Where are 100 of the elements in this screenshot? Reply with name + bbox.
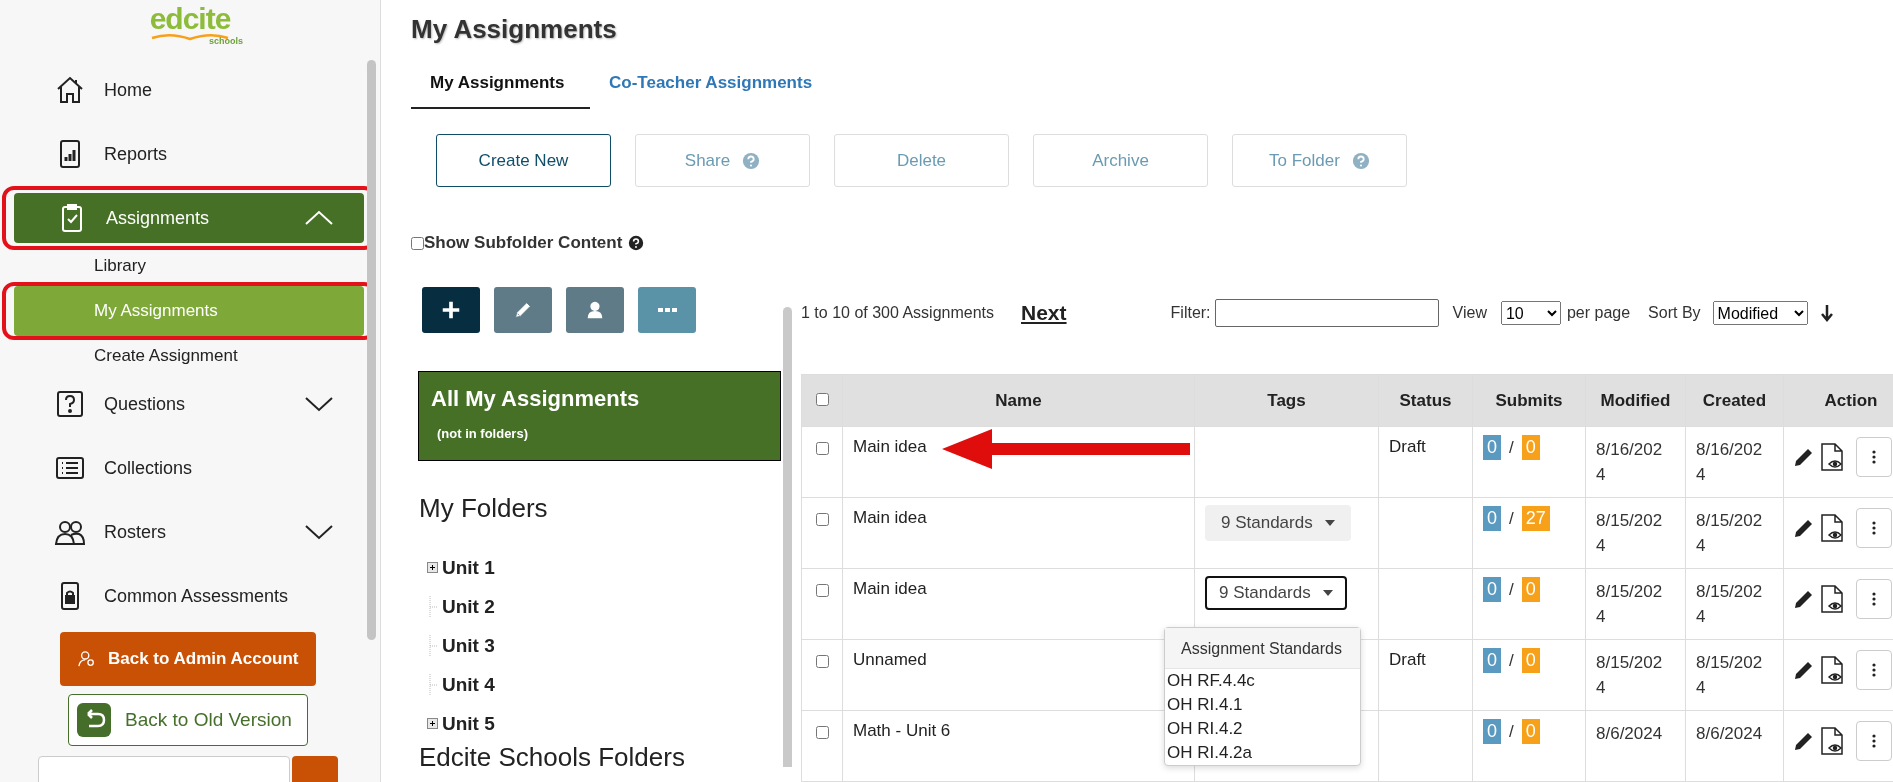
row-checkbox[interactable] bbox=[816, 513, 829, 526]
modified-date: 8/6/2024 bbox=[1596, 723, 1664, 745]
standards-dropdown[interactable]: 9 Standards bbox=[1205, 576, 1347, 610]
modified-date: 8/16/2024 bbox=[1596, 439, 1664, 486]
tab[interactable]: My Assignments bbox=[411, 73, 590, 109]
created-date: 8/15/2024 bbox=[1696, 581, 1764, 628]
scrollbar[interactable] bbox=[367, 60, 376, 640]
folder-item[interactable]: Unit 3 bbox=[442, 634, 495, 657]
panel-subtitle: (not in folders) bbox=[437, 426, 529, 441]
all-assignments-panel[interactable]: All My Assignments (not in folders) bbox=[418, 371, 781, 461]
folder-item[interactable]: Unit 4 bbox=[442, 673, 495, 696]
expand-icon[interactable] bbox=[427, 562, 438, 573]
document-eye-icon[interactable] bbox=[1820, 443, 1844, 471]
column-header: Submits bbox=[1495, 390, 1563, 410]
assignment-name[interactable]: Main idea bbox=[853, 579, 927, 598]
standards-dropdown[interactable]: 9 Standards bbox=[1205, 505, 1351, 541]
modified-date: 8/15/2024 bbox=[1596, 652, 1664, 699]
help-icon bbox=[1351, 151, 1370, 170]
select-all-checkbox[interactable] bbox=[816, 393, 829, 406]
more-button[interactable] bbox=[1856, 721, 1892, 761]
document-eye-icon[interactable] bbox=[1820, 656, 1844, 684]
assignment-name[interactable]: Main idea bbox=[853, 508, 927, 527]
chevron-down-icon[interactable] bbox=[304, 524, 334, 540]
caret-icon bbox=[1324, 520, 1335, 526]
section-heading: My Folders bbox=[419, 493, 549, 524]
sidebar-item[interactable]: Questions bbox=[14, 379, 364, 429]
sidebar-item[interactable]: Assignments bbox=[14, 193, 364, 243]
total-count: 0 bbox=[1521, 719, 1540, 744]
search-field[interactable] bbox=[38, 756, 290, 782]
row-checkbox[interactable] bbox=[816, 442, 829, 455]
page-size-select[interactable]: 10 bbox=[1500, 301, 1561, 325]
folder-item[interactable]: Unit 1 bbox=[442, 556, 495, 579]
checkbox-label: Show Subfolder Content bbox=[424, 233, 623, 253]
sidebar-item[interactable]: Rosters bbox=[14, 507, 364, 557]
checkbox[interactable] bbox=[411, 236, 424, 250]
expand-icon[interactable] bbox=[427, 718, 438, 729]
sidebar-subitem[interactable]: Create Assignment bbox=[14, 346, 364, 366]
scrollbar[interactable] bbox=[783, 307, 792, 767]
total-count: 0 bbox=[1521, 435, 1540, 460]
more-button[interactable] bbox=[1856, 579, 1892, 619]
user-button[interactable] bbox=[566, 287, 624, 333]
ellipsis-icon bbox=[657, 308, 677, 312]
back-to-admin-button[interactable]: Back to Admin Account bbox=[60, 632, 316, 686]
total-count: 27 bbox=[1521, 506, 1550, 531]
assignment-name[interactable]: Unnamed bbox=[853, 650, 927, 669]
chevron-down-icon[interactable] bbox=[304, 396, 334, 412]
action-button[interactable]: Create New bbox=[436, 134, 611, 187]
folder-item[interactable]: Unit 5 bbox=[442, 712, 495, 735]
submitted-count: 0 bbox=[1483, 435, 1501, 460]
sort-select[interactable]: Modified bbox=[1712, 301, 1808, 325]
more-button[interactable] bbox=[1856, 650, 1892, 690]
separator: / bbox=[1509, 509, 1514, 528]
status-text: Draft bbox=[1389, 650, 1426, 669]
column-header: Status bbox=[1399, 390, 1452, 410]
created-date: 8/15/2024 bbox=[1696, 510, 1764, 557]
filter-label: Filter: bbox=[1170, 304, 1211, 322]
tab[interactable]: Co-Teacher Assignments bbox=[590, 73, 833, 109]
chevron-up-icon[interactable] bbox=[304, 210, 334, 226]
question-icon bbox=[54, 388, 86, 420]
standard-item: OH RI.4.1 bbox=[1166, 694, 1244, 716]
sidebar-item[interactable]: Collections bbox=[14, 443, 364, 493]
add-button[interactable] bbox=[422, 287, 480, 333]
modified-date: 8/15/2024 bbox=[1596, 581, 1664, 628]
assignment-name[interactable]: Math - Unit 6 bbox=[853, 721, 951, 740]
more-button[interactable] bbox=[1856, 437, 1892, 477]
row-checkbox[interactable] bbox=[816, 726, 829, 739]
return-icon bbox=[77, 703, 111, 737]
column-header: Action bbox=[1824, 390, 1878, 410]
folder-item[interactable]: Unit 2 bbox=[442, 595, 495, 618]
back-to-old-version-button[interactable]: Back to Old Version bbox=[68, 694, 308, 746]
modified-date: 8/15/2024 bbox=[1596, 510, 1664, 557]
assignment-name[interactable]: Main idea bbox=[853, 437, 927, 456]
view-label: View bbox=[1452, 304, 1487, 322]
sort-down-icon[interactable] bbox=[1819, 304, 1834, 322]
more-button[interactable] bbox=[638, 287, 696, 333]
created-date: 8/6/2024 bbox=[1696, 723, 1764, 745]
filter-field[interactable] bbox=[1214, 299, 1439, 327]
edit-button[interactable] bbox=[494, 287, 552, 333]
document-eye-icon[interactable] bbox=[1820, 514, 1844, 542]
next-link[interactable]: Next bbox=[1021, 301, 1067, 325]
per-page-label: per page bbox=[1566, 304, 1631, 322]
column-header: Name bbox=[995, 390, 1042, 410]
standard-item: OH RI.4.2a bbox=[1166, 742, 1254, 764]
sidebar-subitem[interactable]: Library bbox=[14, 256, 364, 276]
separator: / bbox=[1509, 651, 1514, 670]
submitted-count: 0 bbox=[1483, 506, 1501, 531]
document-eye-icon[interactable] bbox=[1820, 727, 1844, 755]
sidebar-item[interactable]: Common Assessments bbox=[14, 571, 364, 621]
separator: / bbox=[1509, 580, 1514, 599]
more-button[interactable] bbox=[1856, 508, 1892, 548]
row-checkbox[interactable] bbox=[816, 584, 829, 597]
help-icon bbox=[742, 151, 761, 170]
sidebar-item[interactable]: Reports bbox=[14, 129, 364, 179]
sort-label: Sort By bbox=[1648, 304, 1701, 322]
submitted-count: 0 bbox=[1483, 719, 1501, 744]
row-checkbox[interactable] bbox=[816, 655, 829, 668]
document-eye-icon[interactable] bbox=[1820, 585, 1844, 613]
status-text: Draft bbox=[1389, 437, 1426, 456]
column-header: Tags bbox=[1267, 390, 1306, 410]
sidebar-item[interactable]: Home bbox=[14, 65, 364, 115]
